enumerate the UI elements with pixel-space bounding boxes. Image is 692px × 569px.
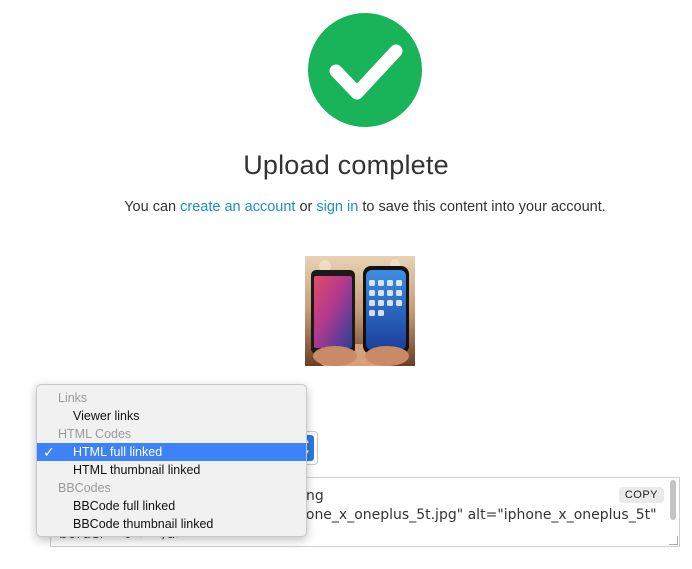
- success-check-badge: [308, 13, 422, 127]
- option-viewer-links[interactable]: Viewer links: [37, 407, 306, 425]
- code-line-1: ng: [306, 488, 324, 504]
- resize-grip-icon[interactable]: [669, 536, 678, 545]
- save-prompt-or: or: [299, 199, 313, 215]
- save-prompt-suffix: to save this content into your account.: [362, 199, 606, 215]
- create-account-link[interactable]: create an account: [180, 199, 295, 215]
- code-line-2: hone_x_oneplus_5t.jpg" alt="iphone_x_one…: [297, 507, 657, 523]
- option-bbcode-full-linked[interactable]: BBCode full linked: [37, 497, 306, 515]
- group-header-bbcodes: BBCodes: [58, 481, 111, 495]
- uploaded-image-thumbnail[interactable]: [305, 256, 415, 366]
- save-prompt: You can create an account or sign in to …: [0, 199, 692, 215]
- save-prompt-prefix: You can: [124, 199, 177, 215]
- embed-code-dropdown-menu: Links Viewer links HTML Codes ✓ HTML ful…: [36, 384, 307, 537]
- group-header-html-codes: HTML Codes: [58, 427, 132, 441]
- checkmark-icon: [329, 44, 403, 100]
- option-label: HTML full linked: [73, 445, 163, 459]
- checkmark-small-icon: ✓: [43, 444, 55, 460]
- textarea-scrollbar[interactable]: [670, 480, 676, 520]
- sign-in-link[interactable]: sign in: [316, 199, 358, 215]
- option-html-full-linked[interactable]: ✓ HTML full linked: [37, 443, 306, 461]
- page-title: Upload complete: [243, 150, 449, 180]
- group-header-links: Links: [58, 391, 88, 405]
- copy-button[interactable]: COPY: [618, 487, 664, 503]
- option-html-thumbnail-linked[interactable]: HTML thumbnail linked: [37, 461, 306, 479]
- option-bbcode-thumbnail-linked[interactable]: BBCode thumbnail linked: [37, 515, 306, 533]
